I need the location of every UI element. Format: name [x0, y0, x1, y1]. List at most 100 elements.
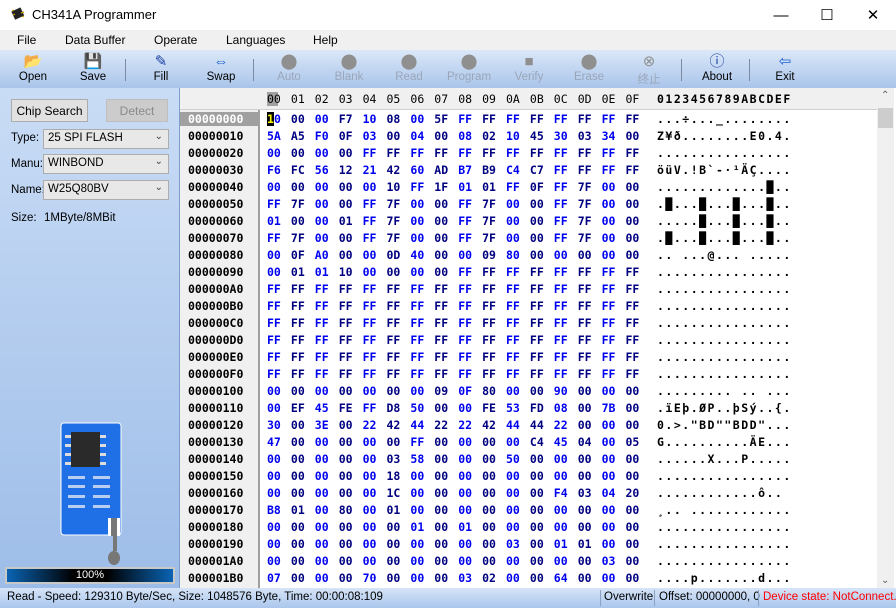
hex-byte[interactable]: 08: [387, 112, 401, 126]
hex-byte[interactable]: FF: [339, 367, 353, 381]
hex-byte[interactable]: C7: [530, 163, 544, 177]
hex-byte[interactable]: FF: [554, 350, 568, 364]
hex-byte[interactable]: 00: [506, 554, 520, 568]
hex-byte[interactable]: FF: [602, 299, 616, 313]
hex-byte[interactable]: 22: [554, 418, 568, 432]
hex-byte[interactable]: 03: [387, 452, 401, 466]
hex-byte[interactable]: 00: [339, 418, 353, 432]
hex-byte[interactable]: 00: [315, 520, 329, 534]
hex-byte[interactable]: 00: [458, 537, 472, 551]
hex-byte[interactable]: B8: [267, 503, 281, 517]
hex-byte[interactable]: 80: [506, 248, 520, 262]
hex-byte[interactable]: FF: [602, 350, 616, 364]
hex-byte[interactable]: 00: [458, 452, 472, 466]
hex-byte[interactable]: 7F: [387, 197, 401, 211]
hex-byte[interactable]: 21: [363, 163, 377, 177]
hex-byte[interactable]: FF: [339, 282, 353, 296]
ascii-text[interactable]: öüV.!B`-·¹ÄÇ....: [657, 163, 792, 177]
hex-byte[interactable]: FF: [458, 333, 472, 347]
hex-byte[interactable]: 00: [291, 112, 305, 126]
hex-byte[interactable]: 03: [458, 571, 472, 585]
hex-byte[interactable]: 00: [602, 418, 616, 432]
hex-byte[interactable]: FF: [578, 265, 592, 279]
hex-byte[interactable]: 00: [506, 469, 520, 483]
hex-byte[interactable]: FF: [458, 350, 472, 364]
ascii-text[interactable]: ................: [657, 367, 792, 381]
hex-byte[interactable]: 01: [458, 520, 472, 534]
hex-byte[interactable]: 00: [578, 248, 592, 262]
hex-byte[interactable]: FF: [530, 112, 544, 126]
hex-byte[interactable]: FF: [363, 350, 377, 364]
hex-byte[interactable]: 00: [626, 452, 640, 466]
hex-byte[interactable]: 00: [315, 231, 329, 245]
hex-byte[interactable]: 00: [626, 129, 640, 143]
hex-byte[interactable]: FF: [554, 282, 568, 296]
hex-byte[interactable]: FF: [554, 316, 568, 330]
hex-byte[interactable]: 00: [578, 520, 592, 534]
hex-byte[interactable]: FF: [291, 350, 305, 364]
hex-byte[interactable]: FF: [626, 367, 640, 381]
ascii-text[interactable]: ................: [657, 146, 792, 160]
hex-byte[interactable]: 00: [626, 520, 640, 534]
hex-byte[interactable]: 00: [626, 469, 640, 483]
hex-byte[interactable]: 00: [315, 214, 329, 228]
hex-byte[interactable]: 00: [410, 571, 424, 585]
ascii-text[interactable]: ................: [657, 350, 792, 364]
hex-byte[interactable]: 10: [363, 112, 377, 126]
hex-byte[interactable]: F6: [267, 163, 281, 177]
hex-byte[interactable]: 00: [315, 112, 329, 126]
hex-byte[interactable]: FF: [578, 299, 592, 313]
hex-byte[interactable]: 00: [410, 503, 424, 517]
hex-byte[interactable]: 00: [410, 265, 424, 279]
hex-byte[interactable]: 00: [482, 520, 496, 534]
hex-byte[interactable]: FF: [315, 282, 329, 296]
hex-byte[interactable]: 00: [291, 214, 305, 228]
ascii-text[interactable]: ................: [657, 282, 792, 296]
hex-byte[interactable]: 00: [387, 554, 401, 568]
hex-byte[interactable]: FF: [626, 112, 640, 126]
hex-byte[interactable]: 64: [554, 571, 568, 585]
hex-byte[interactable]: FF: [291, 333, 305, 347]
hex-byte[interactable]: FF: [434, 146, 448, 160]
hex-byte[interactable]: 80: [339, 503, 353, 517]
hex-byte[interactable]: 7F: [291, 197, 305, 211]
hex-byte[interactable]: 01: [387, 503, 401, 517]
hex-byte[interactable]: 07: [267, 571, 281, 585]
hex-byte[interactable]: 00: [530, 486, 544, 500]
hex-byte[interactable]: 00: [315, 180, 329, 194]
hex-byte[interactable]: 01: [339, 214, 353, 228]
ascii-text[interactable]: ................: [657, 265, 792, 279]
hex-byte[interactable]: 00: [482, 452, 496, 466]
hex-byte[interactable]: 00: [315, 503, 329, 517]
blank-button[interactable]: ⬤ Blank: [321, 50, 377, 88]
hex-byte[interactable]: FF: [554, 163, 568, 177]
hex-byte[interactable]: 00: [267, 248, 281, 262]
hex-byte[interactable]: FF: [506, 265, 520, 279]
hex-byte[interactable]: 80: [482, 384, 496, 398]
hex-byte[interactable]: A5: [291, 129, 305, 143]
hex-byte[interactable]: 10: [387, 180, 401, 194]
hex-byte[interactable]: AD: [434, 163, 448, 177]
hex-byte[interactable]: 00: [434, 248, 448, 262]
hex-byte[interactable]: 00: [530, 503, 544, 517]
hex-byte[interactable]: FF: [506, 367, 520, 381]
hex-byte[interactable]: FF: [626, 350, 640, 364]
hex-byte[interactable]: FF: [315, 333, 329, 347]
hex-byte[interactable]: FF: [530, 333, 544, 347]
hex-byte[interactable]: FF: [578, 163, 592, 177]
hex-byte[interactable]: 00: [626, 180, 640, 194]
hex-byte[interactable]: 1C: [387, 486, 401, 500]
hex-byte[interactable]: 00: [434, 469, 448, 483]
hex-byte[interactable]: 00: [482, 537, 496, 551]
hex-byte[interactable]: FF: [363, 367, 377, 381]
hex-byte[interactable]: FF: [578, 350, 592, 364]
hex-byte[interactable]: FF: [363, 197, 377, 211]
hex-byte[interactable]: 00: [626, 537, 640, 551]
hex-byte[interactable]: 00: [626, 503, 640, 517]
hex-byte[interactable]: 04: [602, 486, 616, 500]
hex-byte[interactable]: FF: [530, 367, 544, 381]
ascii-text[interactable]: ................: [657, 316, 792, 330]
hex-byte[interactable]: 00: [482, 486, 496, 500]
hex-byte[interactable]: FF: [339, 299, 353, 313]
chip-name-select[interactable]: W25Q80BV ⌄: [43, 180, 169, 200]
